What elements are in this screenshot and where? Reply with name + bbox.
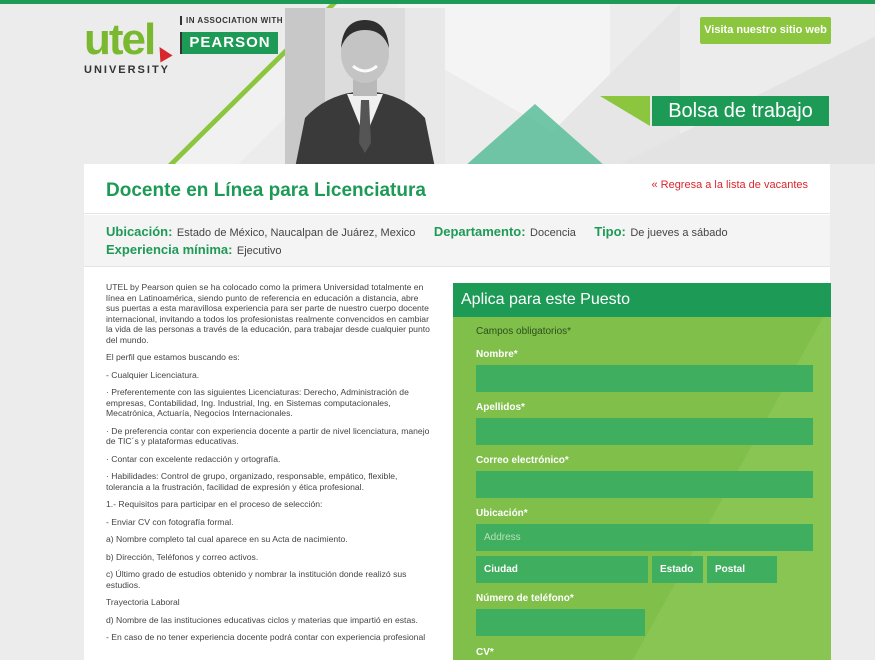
- job-meta-bar: Ubicación: Estado de México, Naucalpan d…: [84, 215, 830, 267]
- description-paragraph: · Preferentemente con las siguientes Lic…: [106, 387, 409, 418]
- description-paragraph: UTEL by Pearson quien se ha colocado com…: [106, 282, 430, 345]
- job-description: UTEL by Pearson quien se ha colocado com…: [106, 282, 434, 650]
- page-header: utel UNIVERSITY IN ASSOCIATION WITH PEAR…: [0, 4, 875, 164]
- description-paragraph: · Contar con excelente redacción y ortog…: [106, 453, 281, 464]
- email-input[interactable]: [476, 471, 813, 498]
- description-paragraph: b) Dirección, Teléfonos y correo activos…: [106, 551, 259, 562]
- phone-label: Número de teléfono*: [476, 593, 574, 604]
- header-photo-man: [285, 8, 445, 164]
- job-meta-row: Experiencia mínima: Ejecutivo: [106, 241, 296, 259]
- banner-tri-shape: [600, 96, 650, 126]
- description-paragraph: a) Nombre completo tal cual aparece en s…: [106, 534, 348, 544]
- description-paragraph: · De preferencia contar con experiencia …: [106, 425, 430, 447]
- surname-input[interactable]: [476, 418, 813, 445]
- job-title-bar: Docente en Línea para Licenciatura « Reg…: [84, 164, 830, 214]
- department-label: Departamento:: [433, 224, 526, 239]
- type-value: De jueves a sábado: [630, 227, 728, 239]
- description-paragraph: El perfil que estamos buscando es:: [106, 352, 240, 362]
- back-to-vacancies-link[interactable]: « Regresa a la lista de vacantes: [651, 179, 808, 191]
- apply-form: Aplica para este Puesto Campos obligator…: [453, 283, 831, 660]
- type-label: Tipo:: [594, 224, 626, 239]
- description-paragraph: Trayectoria Laboral: [106, 597, 180, 607]
- logo-university-text: UNIVERSITY: [84, 64, 171, 76]
- postal-input[interactable]: Postal: [707, 556, 777, 583]
- name-input[interactable]: [476, 365, 813, 392]
- logo-utel-text: utel: [84, 15, 156, 64]
- cv-label: CV*: [476, 647, 494, 658]
- department-value: Docencia: [530, 227, 576, 239]
- description-paragraph: d) Nombre de las instituciones educativa…: [106, 614, 418, 625]
- email-label: Correo electrónico*: [476, 455, 569, 466]
- description-paragraph: · Habilidades: Control de grupo, organiz…: [106, 471, 398, 492]
- city-input[interactable]: Ciudad: [476, 556, 648, 583]
- apply-form-title: Aplica para este Puesto: [453, 283, 831, 317]
- name-label: Nombre*: [476, 349, 518, 360]
- address-input[interactable]: Address: [476, 524, 813, 551]
- description-paragraph: - Enviar CV con fotografía formal.: [106, 516, 234, 527]
- required-fields-note: Campos obligatorios*: [476, 326, 572, 337]
- right-margin-bg: [830, 164, 875, 660]
- logo-pearson-text: PEARSON: [180, 32, 278, 54]
- location-label: Ubicación:: [106, 224, 173, 239]
- location-value: Estado de México, Naucalpan de Juárez, M…: [176, 227, 416, 239]
- left-margin-bg: [0, 164, 84, 660]
- description-paragraph: c) Último grado de estudios obtenido y n…: [106, 569, 407, 590]
- phone-input[interactable]: [476, 609, 645, 636]
- job-meta-row: Ubicación: Estado de México, Naucalpan d…: [106, 223, 742, 241]
- experience-label: Experiencia mínima:: [106, 242, 233, 257]
- visit-website-button[interactable]: Visita nuestro sitio web: [700, 17, 831, 44]
- header-teal-shape: [465, 104, 605, 164]
- surname-label: Apellidos*: [476, 402, 525, 413]
- job-title: Docente en Línea para Licenciatura: [106, 180, 426, 201]
- experience-value: Ejecutivo: [236, 245, 282, 257]
- job-board-banner: Bolsa de trabajo: [600, 96, 830, 126]
- description-paragraph: - En caso de no tener experiencia docent…: [106, 632, 426, 642]
- job-board-title: Bolsa de trabajo: [652, 96, 829, 126]
- state-input[interactable]: Estado: [652, 556, 703, 583]
- logo-association-text: IN ASSOCIATION WITH: [180, 16, 283, 25]
- description-paragraph: 1.- Requisitos para participar en el pro…: [106, 499, 323, 509]
- location-field-label: Ubicación*: [476, 508, 528, 519]
- description-paragraph: - Cualquier Licenciatura.: [106, 369, 200, 380]
